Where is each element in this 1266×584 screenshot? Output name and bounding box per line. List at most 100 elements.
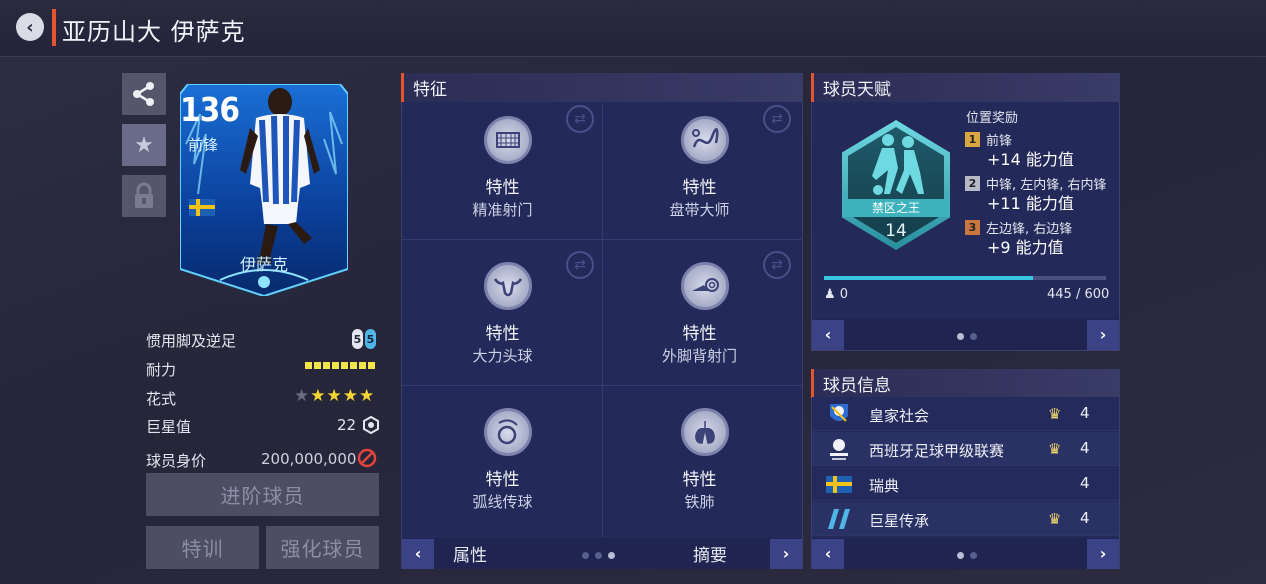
trait-title: 特性 xyxy=(682,178,717,198)
stamina-segment xyxy=(359,362,366,369)
trait-title: 特性 xyxy=(485,324,520,344)
chevron-left-icon: ‹ xyxy=(26,16,34,38)
page-title: 亚历山大 伊萨克 xyxy=(62,18,246,46)
stamina-segment xyxy=(350,362,357,369)
advance-player-button[interactable]: 进阶球员 xyxy=(146,473,379,516)
boot-swirl-icon xyxy=(681,262,729,310)
swap-icon[interactable]: ⇄ xyxy=(566,105,594,133)
reward-header: 位置奖励 xyxy=(966,111,1019,126)
page-dot[interactable] xyxy=(970,552,977,559)
traits-tab-summary[interactable]: 摘要 xyxy=(693,541,727,566)
not-tradable-icon xyxy=(357,448,377,468)
swap-icon[interactable]: ⇄ xyxy=(763,251,791,279)
star-icon: ★ xyxy=(294,386,311,406)
chevron-right-icon: › xyxy=(1099,325,1107,344)
back-button[interactable]: ‹ xyxy=(16,13,44,41)
trait-name: 精准射门 xyxy=(472,201,533,219)
info-row-league[interactable]: 西班牙足球甲级联赛 ♛ 4 xyxy=(812,432,1119,466)
trait-name: 盘带大师 xyxy=(669,201,730,219)
skill-stars: ★★★★★ xyxy=(294,386,375,406)
traits-panel-title: 特征 xyxy=(413,80,447,100)
card-position: 前锋 xyxy=(188,136,219,154)
page-dot[interactable] xyxy=(595,552,602,559)
info-text: 瑞典 xyxy=(869,477,900,495)
info-page-dots xyxy=(954,544,980,563)
page-dot[interactable] xyxy=(970,333,977,340)
chemistry-icon: ♛ xyxy=(1048,440,1062,458)
bull-head-icon xyxy=(484,262,532,310)
info-text: 巨星传承 xyxy=(869,512,930,530)
lock-button[interactable] xyxy=(122,175,166,217)
traits-page-dots xyxy=(579,544,618,563)
talent-badge-level: 14 xyxy=(885,221,907,241)
trait-card[interactable]: ⇄ 特性 大力头球 xyxy=(405,249,600,394)
page-dot[interactable] xyxy=(957,333,964,340)
talent-page-dots xyxy=(954,325,980,344)
talent-next-button[interactable]: › xyxy=(1087,319,1119,350)
traits-prev-button[interactable]: ‹ xyxy=(402,538,434,569)
swap-icon[interactable]: ⇄ xyxy=(763,105,791,133)
laliga-logo-icon xyxy=(830,439,848,460)
page-dot[interactable] xyxy=(608,552,615,559)
traits-panel-footer: ‹ 属性 摘要 › xyxy=(402,538,802,569)
info-next-button[interactable]: › xyxy=(1087,538,1119,569)
weak-foot-label: 惯用脚及逆足 xyxy=(146,332,237,350)
rank-badge: 2 xyxy=(965,176,980,191)
trait-title: 特性 xyxy=(485,178,520,198)
star-icon: ★ xyxy=(310,386,327,406)
star-icon: ★ xyxy=(326,386,343,406)
training-button[interactable]: 特训 xyxy=(146,526,259,569)
weak-foot-values: 5 5 xyxy=(352,329,376,349)
rank-badge: 1 xyxy=(965,132,980,147)
trait-card[interactable]: ⇄ 特性 精准射门 xyxy=(405,103,600,248)
icons-logo-icon xyxy=(828,509,850,529)
favorite-button[interactable]: ★ xyxy=(122,124,166,166)
chevron-left-icon: ‹ xyxy=(824,544,832,563)
star-value-label: 巨星值 xyxy=(146,418,192,436)
star-icon: ★ xyxy=(134,132,154,158)
traits-next-button[interactable]: › xyxy=(770,538,802,569)
info-value: 4 xyxy=(1080,509,1090,527)
talent-progress-fill xyxy=(824,276,1034,280)
reward-value: +11 能力值 xyxy=(987,194,1074,213)
curve-ball-icon xyxy=(484,408,532,456)
trait-card[interactable]: 特性 弧线传球 xyxy=(405,395,600,540)
reward-value: +14 能力值 xyxy=(987,150,1074,169)
info-prev-button[interactable]: ‹ xyxy=(812,538,844,569)
stamina-bar xyxy=(305,362,375,369)
stamina-segment xyxy=(314,362,321,369)
trait-card[interactable]: ⇄ 特性 盘带大师 xyxy=(602,103,797,248)
boost-player-button[interactable]: 强化球员 xyxy=(266,526,379,569)
traits-grid: ⇄ 特性 精准射门 ⇄ 特性 盘带大师 ⇄ 特性 大力头球 ⇄ 特性 外脚背射门… xyxy=(402,103,802,537)
swap-icon[interactable]: ⇄ xyxy=(566,251,594,279)
share-button[interactable] xyxy=(122,73,166,115)
players-silhouette-icon xyxy=(872,134,924,195)
market-value: 200,000,000 xyxy=(261,450,357,468)
lock-icon xyxy=(135,182,153,208)
page-dot[interactable] xyxy=(582,552,589,559)
talent-panel-title: 球员天赋 xyxy=(823,80,891,100)
info-value: 4 xyxy=(1080,404,1090,422)
traits-tab-attributes[interactable]: 属性 xyxy=(453,541,487,566)
trait-card[interactable]: ⇄ 特性 外脚背射门 xyxy=(602,249,797,394)
sweden-flag-icon xyxy=(189,199,215,216)
trait-name: 弧线传球 xyxy=(472,493,533,511)
talent-prev-button[interactable]: ‹ xyxy=(812,319,844,350)
skill-label: 花式 xyxy=(146,390,177,408)
info-row-legacy[interactable]: 巨星传承 ♛ 4 xyxy=(812,502,1119,536)
talent-count-value: 0 xyxy=(839,287,849,302)
page-dot[interactable] xyxy=(957,552,964,559)
foot-right-chip: 5 xyxy=(365,329,376,349)
chevron-right-icon: › xyxy=(782,544,790,563)
trait-name: 外脚背射门 xyxy=(661,347,737,365)
hexagon-coin-icon xyxy=(363,416,379,434)
traits-panel-header: 特征 xyxy=(401,73,803,102)
star-icon: ★ xyxy=(359,386,376,406)
market-value-label: 球员身价 xyxy=(146,452,207,470)
card-player-name: 伊萨克 xyxy=(239,255,288,274)
info-row-club[interactable]: 皇家社会 ♛ 4 xyxy=(812,397,1119,431)
trait-card[interactable]: 特性 铁肺 xyxy=(602,395,797,540)
share-icon xyxy=(133,82,154,106)
talent-progress-track xyxy=(824,276,1106,280)
info-row-nation[interactable]: 瑞典 4 xyxy=(812,467,1119,501)
